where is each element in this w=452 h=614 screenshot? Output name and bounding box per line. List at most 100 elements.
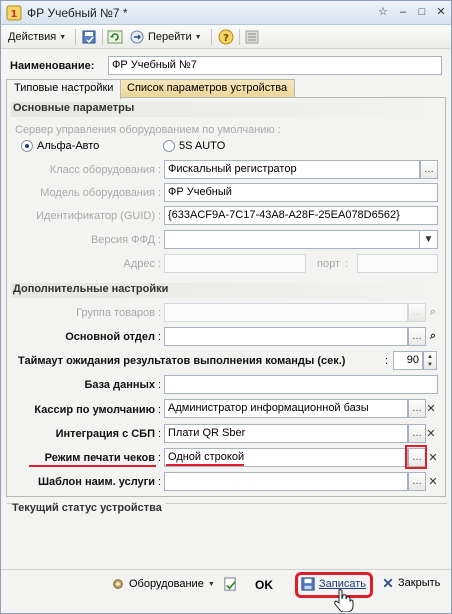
app-icon: 1 xyxy=(6,5,22,21)
equip-model-input[interactable]: ФР Учебный xyxy=(164,183,438,202)
status-title: Текущий статус устройства xyxy=(12,502,166,514)
window-title: ФР Учебный №7 * xyxy=(27,6,128,20)
select-button[interactable]: … xyxy=(420,160,438,179)
guid-input[interactable]: {633ACF9A-7C17-43A8-A28F-25EA078D6562} xyxy=(164,206,438,225)
section-extra-params: Дополнительные настройки xyxy=(11,283,439,298)
radio-selected-icon xyxy=(21,140,33,152)
goods-group-label: Группа товаров xyxy=(76,307,155,319)
colon: : xyxy=(158,331,162,343)
select-button[interactable]: … xyxy=(408,327,426,346)
ffd-select[interactable] xyxy=(164,230,420,249)
sbp-input[interactable]: Плати QR Sber xyxy=(164,424,408,443)
tab-standard-settings[interactable]: Типовые настройки xyxy=(6,79,122,99)
tab-label: Типовые настройки xyxy=(14,82,114,94)
address-label: Адрес xyxy=(123,258,156,270)
radio-label: Альфа-Авто xyxy=(37,140,100,152)
toolbar-separator xyxy=(239,29,240,45)
close-icon xyxy=(383,578,393,588)
radio-alfa-auto[interactable]: Альфа-Авто xyxy=(21,140,99,152)
name-input[interactable]: ФР Учебный №7 xyxy=(108,56,442,75)
close-window-button[interactable]: ✕ xyxy=(433,5,449,20)
colon: : xyxy=(158,164,162,176)
cashier-input[interactable]: Администратор информационной базы xyxy=(164,399,408,418)
help-icon[interactable]: ? xyxy=(218,29,234,45)
equip-class-label: Класс оборудования xyxy=(49,164,155,176)
address-input[interactable] xyxy=(164,254,306,273)
select-button[interactable]: … xyxy=(408,472,426,491)
colon: : xyxy=(158,258,162,270)
print-mode-label: Режим печати чеков xyxy=(44,452,155,464)
service-template-label: Шаблон наим. услуги xyxy=(38,476,155,488)
server-label: Сервер управления оборудованием по умолч… xyxy=(15,124,281,136)
database-label: База данных xyxy=(84,379,155,391)
colon: : xyxy=(345,258,349,270)
bottom-bar: Оборудование ▼ OK Записать Закрыть xyxy=(1,569,451,613)
close-label: Закрыть xyxy=(398,577,441,589)
chevron-down-icon[interactable]: ▼ xyxy=(420,230,438,249)
timeout-input[interactable]: 90 xyxy=(393,351,423,370)
svg-text:?: ? xyxy=(223,33,229,44)
toolbar: Действия ▼ Перейти ▼ ? xyxy=(1,25,451,49)
timeout-label: Таймаут ожидания результатов выполнения … xyxy=(18,355,346,367)
refresh-icon[interactable] xyxy=(107,29,123,45)
svg-text:1: 1 xyxy=(11,9,18,20)
section-main-params: Основные параметры xyxy=(11,102,439,117)
cashier-label: Кассир по умолчанию xyxy=(34,404,155,416)
colon: : xyxy=(158,404,162,416)
colon: : xyxy=(158,234,162,246)
port-input[interactable] xyxy=(357,254,438,273)
toolbar-separator xyxy=(75,29,76,45)
hand-cursor-icon xyxy=(334,589,354,612)
clear-icon[interactable]: ✕ xyxy=(424,424,438,443)
clear-icon[interactable]: ✕ xyxy=(426,472,440,491)
title-bar: 1 ФР Учебный №7 * ☆ – □ ✕ xyxy=(1,1,451,25)
goods-group-input[interactable] xyxy=(164,303,408,322)
colon: : xyxy=(158,452,162,464)
radio-label: 5S AUTO xyxy=(179,140,226,152)
post-doc-icon[interactable] xyxy=(223,577,238,592)
minimize-button[interactable]: – xyxy=(395,5,411,20)
search-icon[interactable]: ⌕ xyxy=(426,327,440,346)
section-title: Основные параметры xyxy=(13,102,135,114)
colon: : xyxy=(158,210,162,222)
maximize-button[interactable]: □ xyxy=(414,5,430,20)
main-dept-input[interactable] xyxy=(164,327,408,346)
clear-icon[interactable]: ✕ xyxy=(424,399,438,418)
port-label: порт xyxy=(317,258,340,270)
guid-label: Идентификатор (GUID) xyxy=(36,210,155,222)
radio-unselected-icon xyxy=(163,140,175,152)
actions-menu-label: Действия xyxy=(8,31,57,43)
dropdown-arrow-icon: ▼ xyxy=(59,33,67,41)
save-close-icon[interactable] xyxy=(81,29,97,45)
database-input[interactable] xyxy=(164,375,438,394)
tab-device-params[interactable]: Список параметров устройства xyxy=(119,79,296,98)
goto-menu[interactable]: Перейти ▼ xyxy=(129,28,202,46)
clear-icon[interactable]: ✕ xyxy=(426,448,440,467)
sbp-label: Интеграция с СБП xyxy=(55,428,155,440)
actions-menu[interactable]: Действия ▼ xyxy=(8,28,66,46)
select-button[interactable]: … xyxy=(408,303,426,322)
highlight-box xyxy=(405,445,427,469)
search-icon[interactable]: ⌕ xyxy=(426,303,440,322)
status-group: Текущий статус устройства xyxy=(7,502,447,563)
highlight-underline xyxy=(166,464,244,466)
section-title: Дополнительные настройки xyxy=(13,283,169,295)
goto-icon xyxy=(130,30,144,44)
tab-label: Список параметров устройства xyxy=(127,82,288,94)
colon: : xyxy=(158,307,162,319)
equip-class-input[interactable]: Фискальный регистратор xyxy=(164,160,420,179)
star-icon[interactable]: ☆ xyxy=(375,5,391,20)
colon: : xyxy=(158,379,162,391)
equipment-menu[interactable]: Оборудование ▼ xyxy=(111,577,215,591)
service-template-input[interactable] xyxy=(164,472,408,491)
timeout-stepper[interactable]: ▲ ▼ xyxy=(423,351,437,370)
equip-model-label: Модель оборудования xyxy=(40,187,155,199)
radio-5s-auto[interactable]: 5S AUTO xyxy=(163,140,225,152)
colon: : xyxy=(158,187,162,199)
ok-button[interactable]: OK xyxy=(255,578,273,592)
ffd-label: Версия ФФД xyxy=(90,234,155,246)
close-button[interactable]: Закрыть xyxy=(382,577,440,589)
main-dept-label: Основной отдел xyxy=(65,331,155,343)
list-icon[interactable] xyxy=(244,29,260,45)
name-label: Наименование: xyxy=(10,60,95,72)
